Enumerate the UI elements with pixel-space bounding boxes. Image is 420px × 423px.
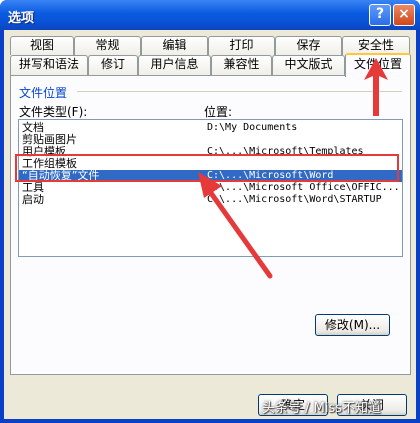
group-label: 文件位置 [19,86,68,100]
tab-spelling-grammar[interactable]: 拼写和语法 [10,55,88,75]
window-title: 选项 [8,11,35,26]
tab-user-info[interactable]: 用户信息 [138,55,211,75]
tab-compatibility[interactable]: 兼容性 [211,55,272,75]
file-locations-list[interactable]: 文档 D:\My Documents 剪贴画图片 用户模板 C:\...\Mic… [18,119,403,257]
file-location: C:\...\Microsoft\Word\STARTUP [207,194,382,205]
file-location: C:\...\Microsoft\Word [207,170,334,181]
list-item[interactable]: 工具 C:\...\Microsoft Office\OFFIC... [19,182,402,194]
tab-track-changes[interactable]: 修订 [88,55,138,75]
tab-print[interactable]: 打印 [208,36,275,55]
help-icon[interactable]: ? [369,4,391,26]
location-header: 位置: [204,105,233,119]
dialog-body: 视图 常规 编辑 打印 保存 安全性 拼写和语法 修订 用户信息 兼容性 中文版… [4,30,416,419]
tab-edit[interactable]: 编辑 [141,36,208,55]
tab-view[interactable]: 视图 [10,36,74,55]
list-item-selected[interactable]: “自动恢复”文件 C:\...\Microsoft\Word [19,170,402,182]
tab-file-locations[interactable]: 文件位置 [345,53,411,77]
file-location: D:\My Documents [207,122,298,133]
file-location: C:\...\Microsoft\Templates [207,146,364,157]
file-type-header: 文件类型(F): [19,105,88,119]
tab-asian-typography[interactable]: 中文版式 [272,55,345,75]
file-location: C:\...\Microsoft Office\OFFIC... [207,182,400,193]
close-icon[interactable]: × [393,4,415,26]
options-dialog: 选项 ? × 视图 常规 编辑 打印 保存 安全性 拼写和语法 修订 用户信息 … [0,0,420,423]
title-bar[interactable]: 选项 ? × [0,0,420,30]
tab-strip: 视图 常规 编辑 打印 保存 安全性 拼写和语法 修订 用户信息 兼容性 中文版… [10,36,411,77]
list-item[interactable]: 剪贴画图片 [19,134,402,146]
tab-save[interactable]: 保存 [275,36,342,55]
group-divider [77,91,402,92]
watermark: 头条号 / Miss不知道 [262,401,382,416]
list-item[interactable]: 启动 C:\...\Microsoft\Word\STARTUP [19,194,402,206]
file-type: 启动 [22,193,44,206]
modify-button[interactable]: 修改(M)... [315,314,390,336]
tab-general[interactable]: 常规 [74,36,141,55]
file-locations-panel: 文件位置 文件类型(F): 位置: 文档 D:\My Documents 剪贴画… [10,75,411,375]
